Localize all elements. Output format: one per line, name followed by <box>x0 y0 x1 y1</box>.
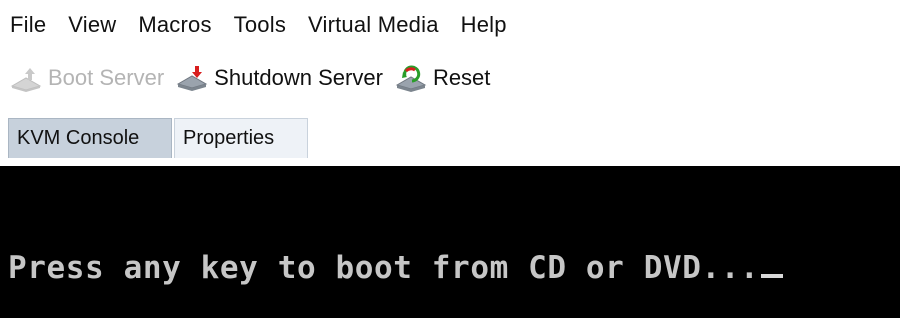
shutdown-server-label: Shutdown Server <box>214 65 383 90</box>
text-cursor <box>761 274 784 278</box>
menu-tools[interactable]: Tools <box>234 12 286 38</box>
boot-server-button[interactable]: Boot Server <box>8 64 164 92</box>
kvm-window: File View Macros Tools Virtual Media Hel… <box>0 0 900 318</box>
reset-button[interactable]: Reset <box>393 64 490 92</box>
tab-bar: KVM Console Properties <box>0 112 900 158</box>
menu-virtual-media[interactable]: Virtual Media <box>308 12 439 38</box>
tab-properties[interactable]: Properties <box>174 118 308 158</box>
console-output-line: Press any key to boot from CD or DVD... <box>8 250 784 286</box>
tab-kvm-console-label: KVM Console <box>17 127 140 149</box>
tab-properties-label: Properties <box>183 127 275 149</box>
boot-server-label: Boot Server <box>48 65 165 90</box>
shutdown-server-button[interactable]: Shutdown Server <box>174 64 383 92</box>
tab-kvm-console[interactable]: KVM Console <box>8 118 172 158</box>
menu-bar: File View Macros Tools Virtual Media Hel… <box>0 6 900 44</box>
reset-label: Reset <box>432 65 491 90</box>
boot-server-icon <box>8 64 44 92</box>
menu-help[interactable]: Help <box>461 12 507 38</box>
menu-view[interactable]: View <box>68 12 116 38</box>
reset-icon <box>393 64 429 92</box>
console-message: Press any key to boot from CD or DVD... <box>8 250 760 286</box>
toolbar: Boot Server Shutdown Server Reset <box>0 56 900 100</box>
kvm-console-screen[interactable]: Press any key to boot from CD or DVD... <box>0 166 900 318</box>
shutdown-server-icon <box>174 64 210 92</box>
menu-file[interactable]: File <box>10 12 46 38</box>
menu-macros[interactable]: Macros <box>138 12 211 38</box>
